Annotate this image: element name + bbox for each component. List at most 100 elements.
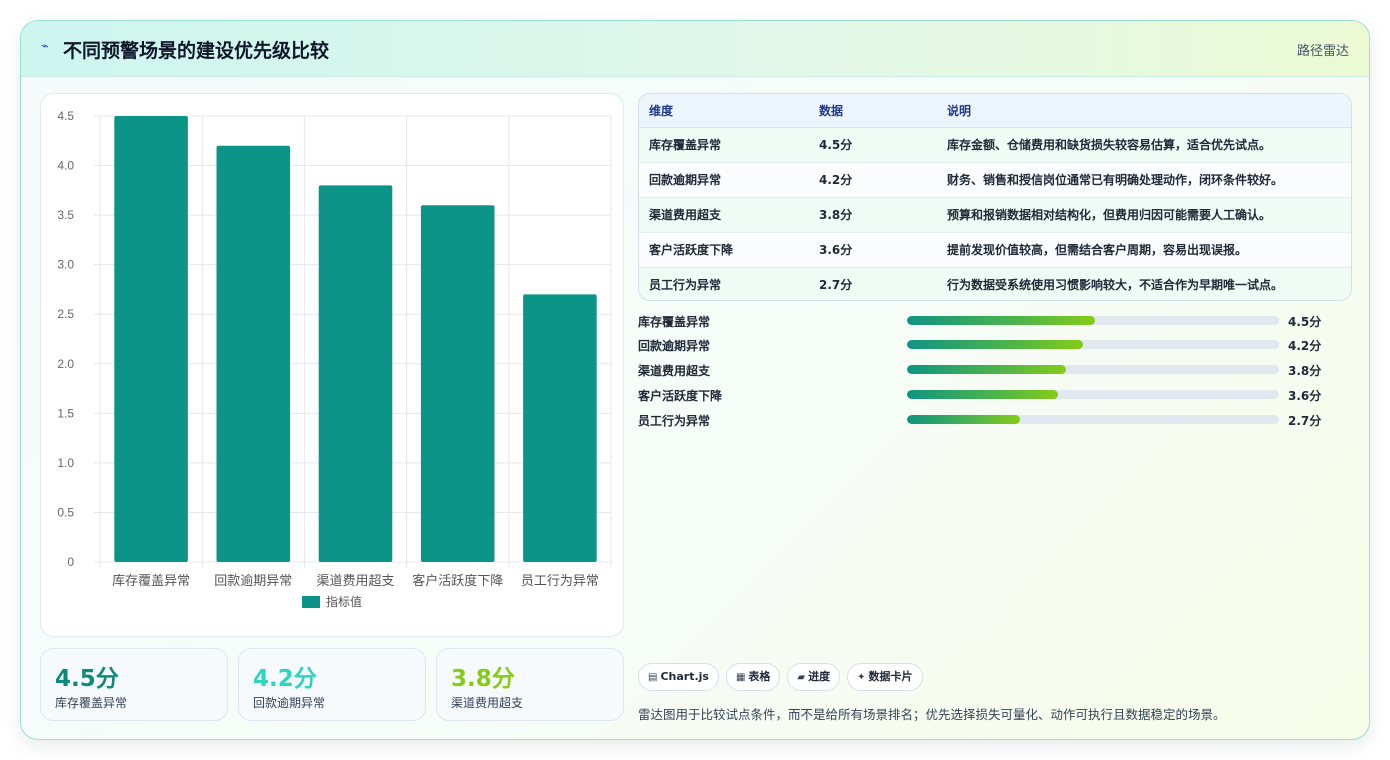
row-description: 库存金额、仓储费用和缺货损失较容易估算，适合优先试点。 [937,127,1351,163]
table-icon: ▦ [735,672,746,683]
y-tick-label: 2.5 [57,307,74,321]
column-header: 数据 [809,94,937,128]
progress-row: 客户活跃度下降 3.6分 [638,385,1352,405]
kpi-label: 库存覆盖异常 [55,696,128,710]
chip-label: 进度 [808,670,831,683]
table-row: 员工行为异常 2.7分 行为数据受系统使用习惯影响较大，不适合作为早期唯一试点。 [639,267,1351,300]
sparkle-icon: ✦ [857,672,866,683]
row-description: 行为数据受系统使用习惯影响较大，不适合作为早期唯一试点。 [947,278,1284,293]
report-panel: ⌁ 不同预警场景的建设优先级比较 路径雷达 0 0.5 1.0 1.5 2.0 2.5 3.… [20,20,1370,740]
progress-label: 回款逾期异常 [638,339,711,353]
bar [523,294,597,562]
progress-track [907,316,1279,325]
bar-chart-card: 0 0.5 1.0 1.5 2.0 2.5 3.0 3.5 4.0 4.5 库存覆盖异常 回款逾期异常… [40,93,624,637]
progress-row: 员工行为异常 2.7分 [638,410,1352,430]
footer-note: 雷达图用于比较试点条件，而不是给所有场景排名；优先选择损失可量化、动作可执行且数… [638,707,1226,722]
kpi-label: 渠道费用超支 [451,696,524,710]
y-tick-label: 2.0 [57,357,74,371]
column-header: 说明 [937,94,1351,128]
y-tick-label: 4.5 [57,109,74,123]
chip-label: 数据卡片 [868,670,913,683]
progress-icon: ▰ [797,672,806,683]
progress-value: 3.6分 [1288,389,1322,403]
chip-progress[interactable]: ▰ 进度 [787,663,841,691]
y-tick-label: 1.5 [57,406,74,420]
chip-table[interactable]: ▦ 表格 [725,663,781,691]
kpi-label: 回款逾期异常 [253,696,326,710]
table-row: 库存覆盖异常 4.5分 库存金额、仓储费用和缺货损失较容易估算，适合优先试点。 [639,127,1351,163]
row-score: 4.5分 [809,127,937,163]
header-badge: 路径雷达 [1296,44,1349,59]
y-tick-label: 1.0 [57,456,74,470]
progress-value: 2.7分 [1288,414,1322,428]
kpi-value: 4.2分 [253,666,317,692]
table-row: 客户活跃度下降 3.6分 提前发现价值较高，但需结合客户周期，容易出现误报。 [639,232,1351,268]
column-header: 维度 [639,94,809,128]
x-tick-label: 渠道费用超支 [316,574,394,589]
progress-value: 4.5分 [1288,315,1322,329]
kpi-value: 4.5分 [55,666,119,692]
progress-label: 客户活跃度下降 [638,389,723,403]
bar [114,116,188,562]
row-description: 财务、销售和授信岗位通常已有明确处理动作，闭环条件较好。 [937,162,1351,198]
kpi-card: 3.8分 渠道费用超支 [436,648,624,721]
legend-label: 指标值 [326,594,362,609]
row-score: 3.8分 [809,197,937,233]
row-dimension: 员工行为异常 [649,278,722,293]
progress-row: 渠道费用超支 3.8分 [638,360,1352,380]
x-tick-label: 员工行为异常 [521,574,599,589]
bar [318,185,393,562]
y-tick-label: 0 [67,555,74,569]
chip-chartjs[interactable]: ▤ Chart.js [638,663,719,691]
chip-label: 表格 [748,670,771,683]
row-score: 3.6分 [809,232,937,268]
chip-label: Chart.js [660,670,709,683]
page-title: 不同预警场景的建设优先级比较 [63,40,330,62]
progress-fill [907,390,1058,399]
bar [420,205,495,562]
y-tick-label: 3.0 [57,258,74,272]
row-dimension: 客户活跃度下降 [639,232,809,268]
chart-icon: ▤ [648,672,658,683]
row-description: 提前发现价值较高，但需结合客户周期，容易出现误报。 [937,232,1351,268]
table-header-row: 维度 数据 说明 [639,94,1351,128]
kpi-card: 4.2分 回款逾期异常 [238,648,426,721]
row-score: 4.2分 [809,162,937,198]
row-score: 2.7分 [819,278,853,293]
kpi-value: 3.8分 [451,666,515,692]
bar [216,145,291,562]
progress-fill [907,415,1020,424]
table-row: 回款逾期异常 4.2分 财务、销售和授信岗位通常已有明确处理动作，闭环条件较好。 [639,162,1351,198]
chip-data-cards[interactable]: ✦ 数据卡片 [847,663,923,691]
panel-header: ⌁ 不同预警场景的建设优先级比较 路径雷达 [21,21,1369,77]
lightning-icon: ⌁ [41,39,49,54]
kpi-card: 4.5分 库存覆盖异常 [40,648,228,721]
x-tick-label: 回款逾期异常 [214,574,292,589]
x-tick-label: 客户活跃度下降 [412,573,503,589]
row-dimension: 回款逾期异常 [639,162,809,198]
y-tick-label: 3.5 [57,208,74,222]
table-row: 渠道费用超支 3.8分 预算和报销数据相对结构化，但费用归因可能需要人工确认。 [639,197,1351,233]
y-tick-label: 4.0 [57,159,74,173]
progress-label: 库存覆盖异常 [638,315,711,329]
progress-track [907,415,1279,424]
progress-fill [907,365,1066,374]
view-chips: ▤ Chart.js ▦ 表格 ▰ 进度 ✦ 数据卡片 [638,663,930,691]
row-dimension: 库存覆盖异常 [639,127,809,163]
progress-label: 员工行为异常 [638,414,711,428]
progress-row: 库存覆盖异常 4.5分 [638,311,1352,331]
progress-value: 4.2分 [1288,339,1322,353]
progress-track [907,390,1279,399]
progress-label: 渠道费用超支 [638,364,711,378]
progress-value: 3.8分 [1288,364,1322,378]
progress-row: 回款逾期异常 4.2分 [638,335,1352,355]
progress-fill [907,316,1096,325]
data-table: 维度 数据 说明 库存覆盖异常 4.5分 库存金额、仓储费用和缺货损失较容易估算… [638,93,1352,301]
progress-track [907,365,1279,374]
progress-track [907,340,1279,349]
x-tick-label: 库存覆盖异常 [112,573,190,589]
row-dimension: 渠道费用超支 [639,197,809,233]
row-description: 预算和报销数据相对结构化，但费用归因可能需要人工确认。 [937,197,1351,233]
legend-swatch [302,596,320,608]
progress-fill [907,340,1083,349]
